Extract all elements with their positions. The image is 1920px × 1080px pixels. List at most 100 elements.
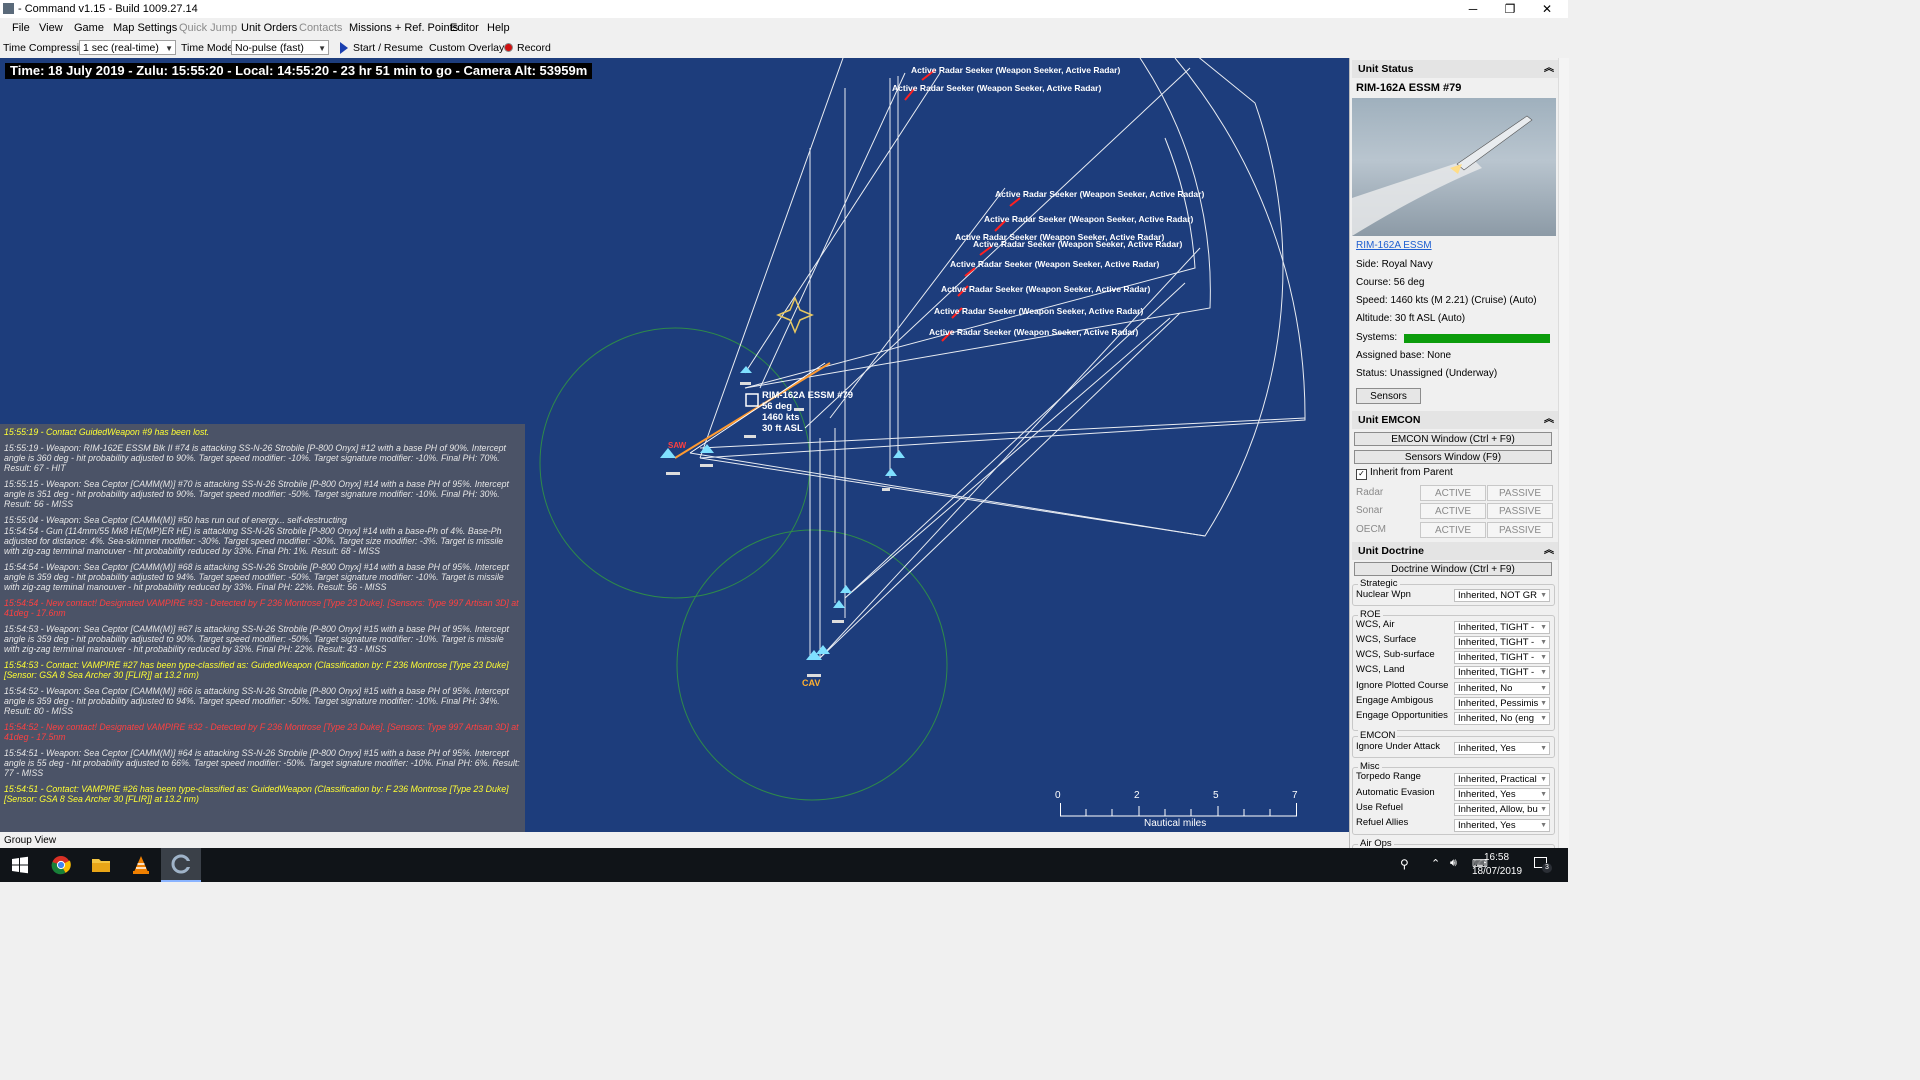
radar-active-button[interactable]: ACTIVE [1420,485,1486,501]
chevron-down-icon: ▼ [318,44,326,53]
menu-game[interactable]: Game [74,22,104,34]
panel-scrollbar[interactable] [1558,58,1569,848]
unit-label-course: 56 deg [762,401,793,412]
menu-contacts[interactable]: Contacts [299,22,342,34]
ignore-under-attack-select[interactable]: Inherited, Yes ▼ [1454,742,1550,755]
wcs-air-select[interactable]: Inherited, TIGHT - ▼ [1454,621,1550,634]
nuclear-label: Nuclear Wpn [1356,589,1411,600]
chevron-down-icon: ▼ [1540,700,1547,707]
misc-label: Refuel Allies [1356,817,1409,828]
vlc-taskbar-button[interactable] [121,848,161,882]
radar-passive-button[interactable]: PASSIVE [1487,485,1553,501]
toolbar: Time Compression: 1 sec (real-time) ▼ Ti… [0,38,1568,58]
command-app-icon [171,854,191,874]
ignore-plotted-course-select[interactable]: Inherited, No ▼ [1454,682,1550,695]
chevron-down-icon: ▼ [1540,685,1547,692]
nuclear-select[interactable]: Inherited, NOT GR ▼ [1454,589,1550,602]
chevron-down-icon: ▼ [1540,715,1547,722]
roe-value: Inherited, Pessimis [1458,698,1539,709]
menu-quick-jump[interactable]: Quick Jump [179,22,237,34]
sonar-active-button[interactable]: ACTIVE [1420,503,1486,519]
time-mode-select[interactable]: No-pulse (fast) ▼ [231,40,329,55]
roe-label: WCS, Air [1356,619,1395,630]
wcs-surface-select[interactable]: Inherited, TIGHT - ▼ [1454,636,1550,649]
unit-emcon-header[interactable]: Unit EMCON ︽ [1352,411,1558,429]
refuel-allies-select[interactable]: Inherited, Yes ▼ [1454,819,1550,832]
unit-status-title: Unit Status [1358,63,1414,75]
emcon-window-button[interactable]: EMCON Window (Ctrl + F9) [1354,432,1552,446]
unit-status-header[interactable]: Unit Status ︽ [1352,60,1558,78]
wcs-land-select[interactable]: Inherited, TIGHT - ▼ [1454,666,1550,679]
unit-label-speed: 1460 kts [762,412,800,423]
friendly-unit-icon [885,468,897,476]
unit-doctrine-header[interactable]: Unit Doctrine ︽ [1352,542,1558,560]
menu-bar: File View Game Map Settings Quick Jump U… [0,19,1568,37]
unit-class-link[interactable]: RIM-162A ESSM [1356,240,1432,251]
menu-map-settings[interactable]: Map Settings [113,22,177,34]
clock-date[interactable]: 18/07/2019 [1472,866,1522,877]
menu-editor[interactable]: Editor [450,22,479,34]
app-icon [3,3,14,14]
sensors-button[interactable]: Sensors [1356,388,1421,404]
engage-opportunities-select[interactable]: Inherited, No (eng ▼ [1454,712,1550,725]
log-entry: 15:54:54 - New contact! Designated VAMPI… [4,598,519,618]
people-icon[interactable]: ⚲ [1400,857,1409,871]
wcs-subsurface-select[interactable]: Inherited, TIGHT - ▼ [1454,651,1550,664]
menu-missions[interactable]: Missions + Ref. Points [349,22,458,34]
sonar-passive-button[interactable]: PASSIVE [1487,503,1553,519]
inherit-checkbox[interactable]: ✓ [1356,469,1367,480]
collapse-icon[interactable]: ︽ [1544,411,1554,429]
menu-view[interactable]: View [39,22,63,34]
clock-time[interactable]: 16:58 [1484,852,1509,863]
misc-label: Torpedo Range [1356,771,1421,782]
use-refuel-select[interactable]: Inherited, Allow, bu ▼ [1454,803,1550,816]
time-banner: Time: 18 July 2019 - Zulu: 15:55:20 - Lo… [5,63,593,79]
roe-label: Engage Ambigous [1356,695,1434,706]
chevron-up-icon[interactable]: ⌃ [1431,857,1440,870]
doctrine-window-button[interactable]: Doctrine Window (Ctrl + F9) [1354,562,1552,576]
automatic-evasion-select[interactable]: Inherited, Yes ▼ [1454,788,1550,801]
taskbar: ⚲ ⌃ 🔊︎ ⌨ 16:58 18/07/2019 3 [0,848,1568,882]
volume-icon[interactable]: 🔊︎ [1450,857,1457,870]
close-button[interactable]: ✕ [1529,0,1565,18]
message-log[interactable]: 15:55:19 - Contact GuidedWeapon #9 has b… [0,424,525,832]
command-taskbar-button[interactable] [161,848,201,882]
emcon-oecm-label: OECM [1356,524,1386,535]
unit-course: Course: 56 deg [1356,277,1425,288]
unit-label-altitude: 30 ft ASL [762,423,803,434]
notification-count: 3 [1542,863,1552,873]
action-center-button[interactable]: 3 [1534,856,1552,873]
group-label-cav[interactable]: CAV [802,678,820,688]
sensors-window-button[interactable]: Sensors Window (F9) [1354,450,1552,464]
torpedo-range-select[interactable]: Inherited, Practical ▼ [1454,773,1550,786]
folder-icon [92,859,110,872]
menu-file[interactable]: File [12,22,30,34]
custom-overlay-button[interactable]: Custom Overlay [429,42,504,54]
file-explorer-taskbar-button[interactable] [81,848,121,882]
engage-ambiguous-select[interactable]: Inherited, Pessimis ▼ [1454,697,1550,710]
oecm-active-button[interactable]: ACTIVE [1420,522,1486,538]
time-compression-select[interactable]: 1 sec (real-time) ▼ [79,40,176,55]
unit-speed: Speed: 1460 kts (M 2.21) (Cruise) (Auto) [1356,295,1537,306]
friendly-unit-icon [893,450,905,458]
collapse-icon[interactable]: ︽ [1544,60,1554,78]
range-rings [539,327,948,801]
oecm-passive-button[interactable]: PASSIVE [1487,522,1553,538]
group-label-saw[interactable]: SAW [668,441,686,450]
seeker-label: Active Radar Seeker (Weapon Seeker, Acti… [911,65,1121,75]
menu-help[interactable]: Help [487,22,510,34]
tactical-map[interactable]: Time: 18 July 2019 - Zulu: 15:55:20 - Lo… [0,58,1349,832]
sensor-arcs [689,58,1306,659]
ignore-under-attack-value: Inherited, Yes [1458,743,1516,754]
seeker-label: Active Radar Seeker (Weapon Seeker, Acti… [934,306,1144,316]
chrome-taskbar-button[interactable] [41,848,81,882]
minimize-button[interactable]: ─ [1455,0,1491,18]
collapse-icon[interactable]: ︽ [1544,542,1554,560]
misc-label: Use Refuel [1356,802,1403,813]
roe-label: Engage Opportunities [1356,710,1448,721]
windows-start-button[interactable] [0,848,40,882]
maximize-button[interactable]: ❐ [1492,0,1528,18]
play-icon [340,42,348,54]
menu-unit-orders[interactable]: Unit Orders [241,22,297,34]
start-resume-label: Start / Resume [353,42,424,54]
